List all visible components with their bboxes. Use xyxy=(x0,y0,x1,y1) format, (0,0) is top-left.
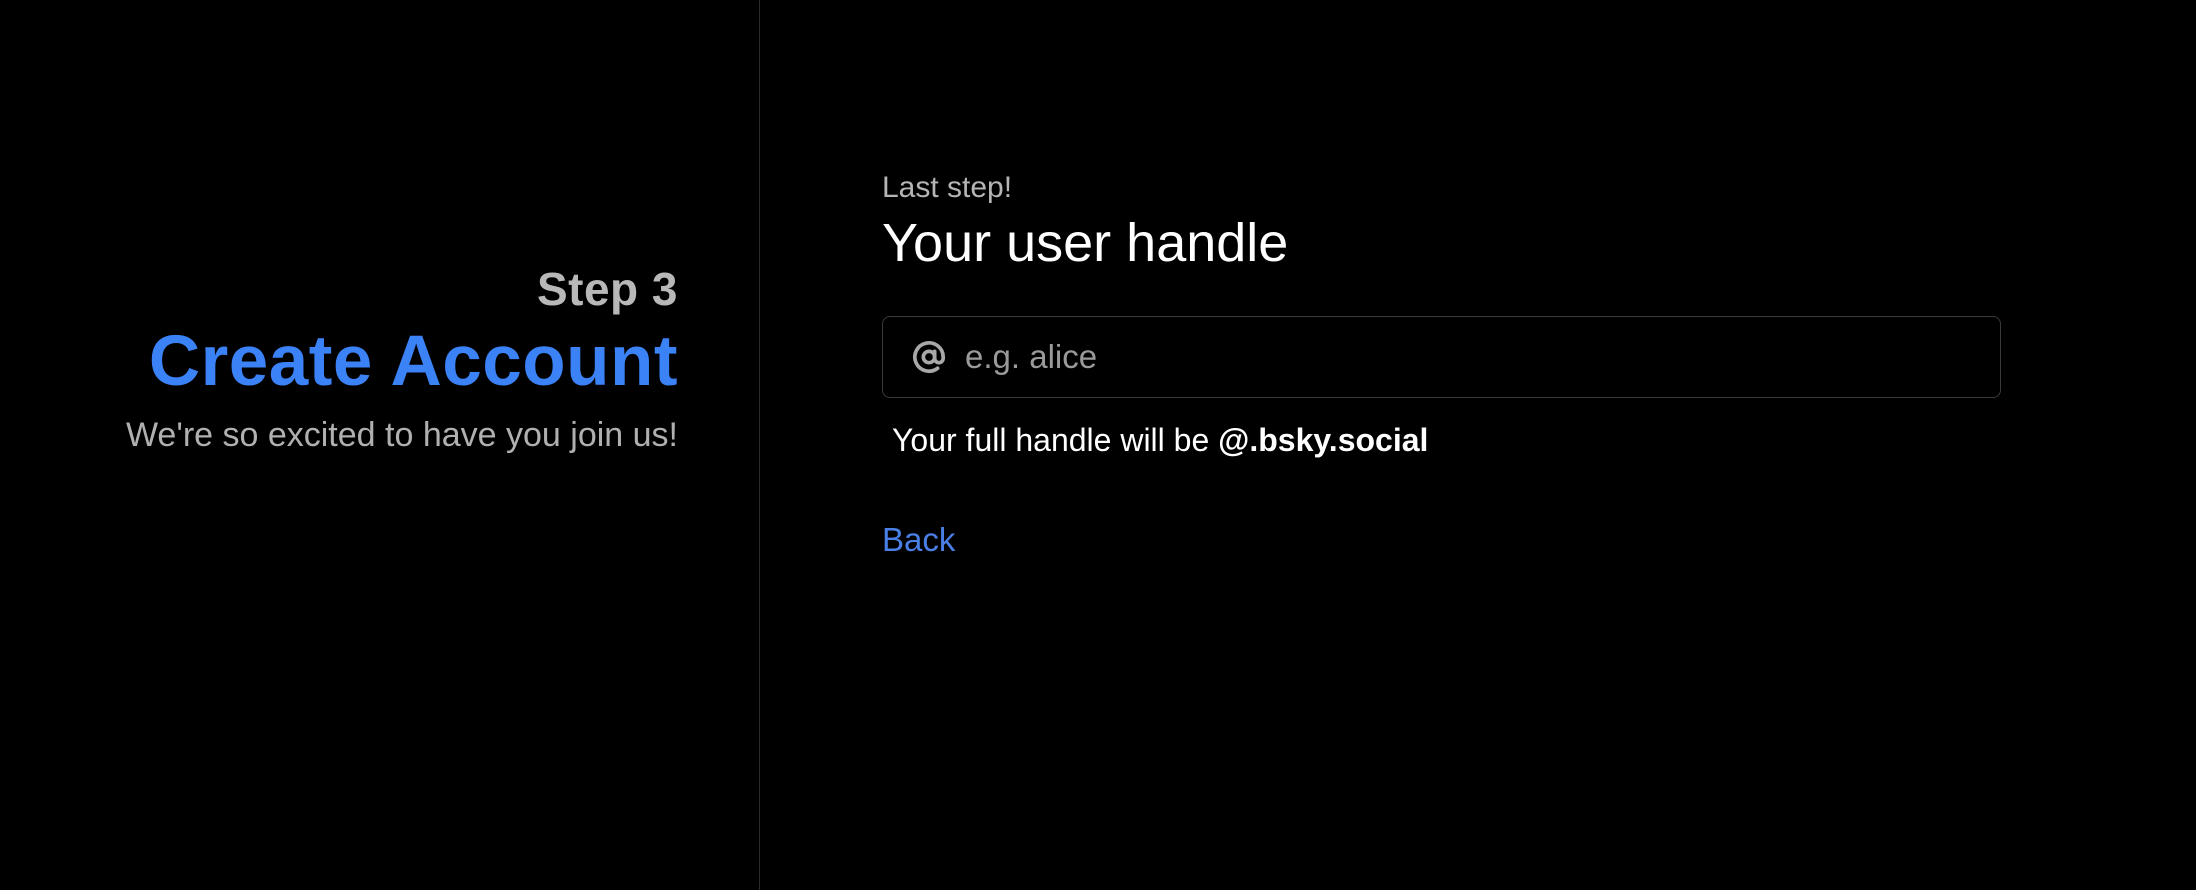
tagline: We're so excited to have you join us! xyxy=(125,416,678,454)
back-button[interactable]: Back xyxy=(882,518,955,562)
signup-page: Step 3 Create Account We're so excited t… xyxy=(0,0,2196,890)
step-sidebar: Step 3 Create Account We're so excited t… xyxy=(0,0,760,890)
form-heading: Your user handle xyxy=(882,213,1289,273)
handle-field[interactable] xyxy=(882,316,2001,398)
handle-form: Last step! Your user handle Your full ha… xyxy=(882,168,2002,562)
full-handle-value: @.bsky.social xyxy=(1218,422,1429,458)
step-kicker: Last step! xyxy=(882,171,1013,204)
form-panel: Last step! Your user handle Your full ha… xyxy=(760,0,2196,890)
step-label: Step 3 xyxy=(536,263,678,315)
page-title: Create Account xyxy=(148,322,678,401)
at-icon xyxy=(907,340,951,374)
hint-prefix: Your full handle will be xyxy=(892,422,1219,458)
full-handle-hint: Your full handle will be @.bsky.social xyxy=(892,418,2002,462)
handle-input[interactable] xyxy=(965,327,2000,387)
step-info: Step 3 Create Account We're so excited t… xyxy=(126,258,678,458)
